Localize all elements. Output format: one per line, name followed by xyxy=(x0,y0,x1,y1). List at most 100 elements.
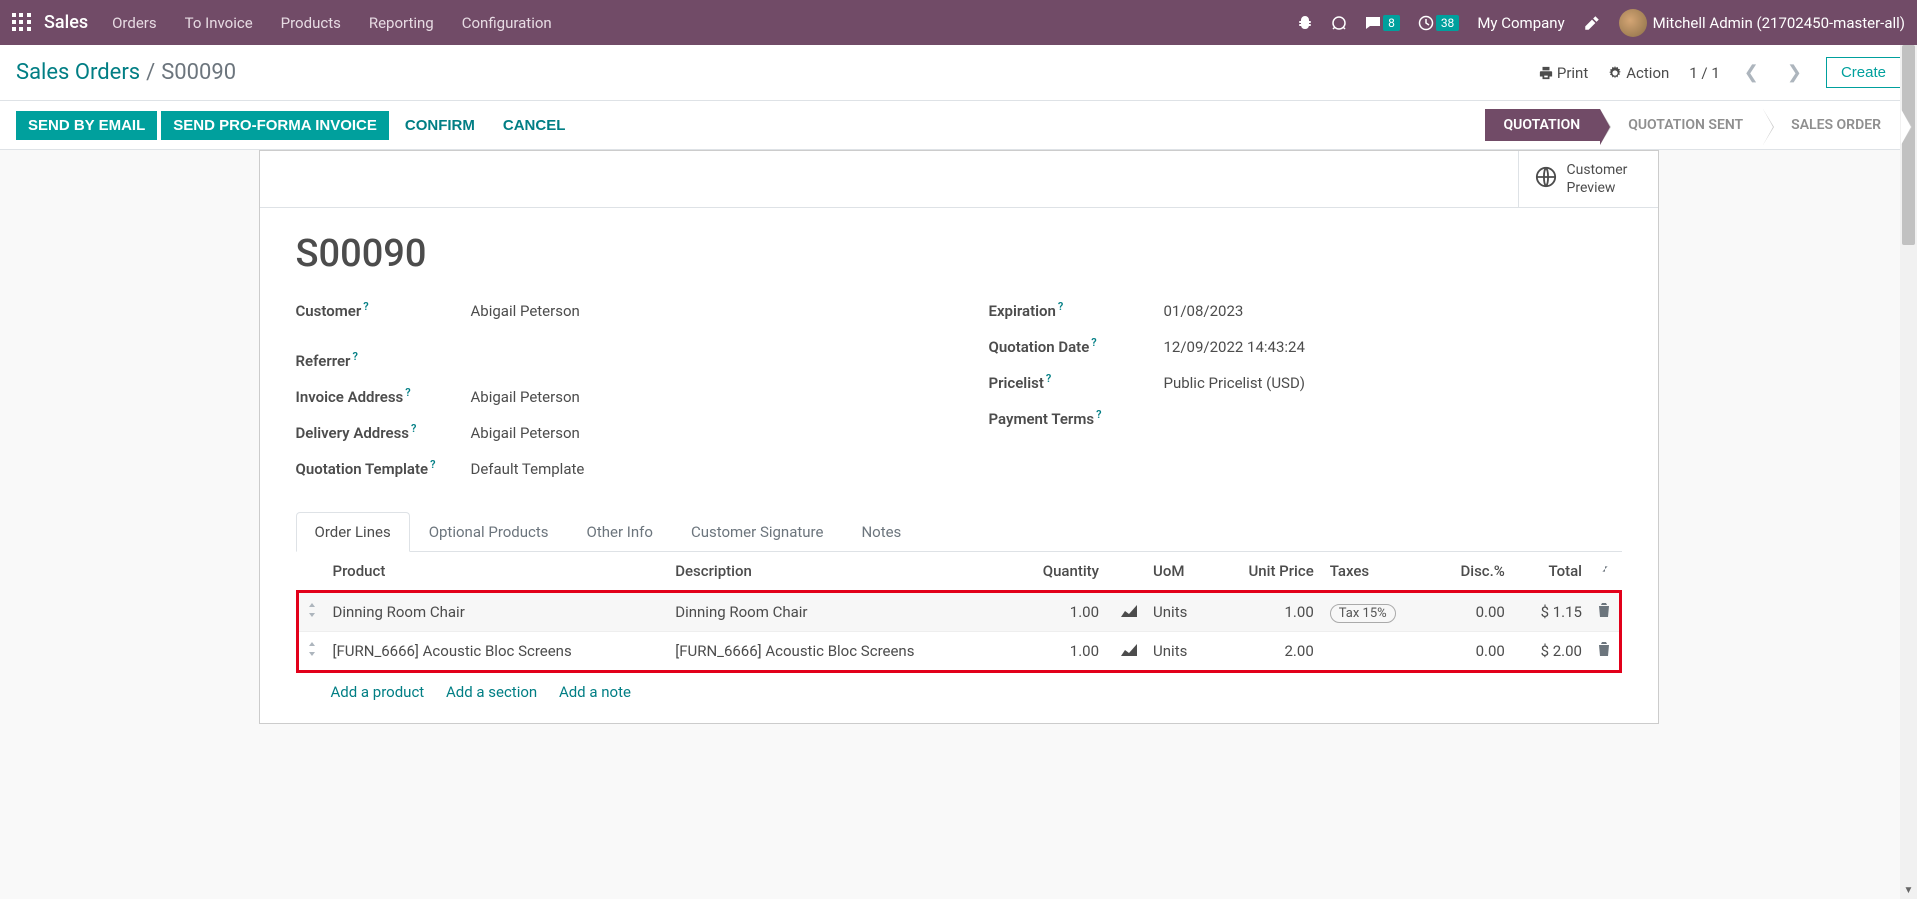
forecast-icon[interactable] xyxy=(1107,632,1145,672)
value-customer[interactable]: Abigail Peterson xyxy=(471,302,580,320)
app-brand[interactable]: Sales xyxy=(44,12,88,33)
nav-to-invoice[interactable]: To Invoice xyxy=(185,14,253,32)
label-customer: Customer? xyxy=(296,300,471,320)
cell-uom[interactable]: Units xyxy=(1145,592,1213,632)
th-unit-price: Unit Price xyxy=(1213,552,1322,592)
th-total: Total xyxy=(1513,552,1590,592)
messages-icon[interactable]: 8 xyxy=(1365,15,1400,31)
status-bar: SEND BY EMAIL SEND PRO-FORMA INVOICE CON… xyxy=(0,101,1917,150)
help-icon[interactable]: ? xyxy=(1058,300,1063,313)
create-button[interactable]: Create xyxy=(1826,57,1901,88)
activities-icon[interactable]: 38 xyxy=(1418,15,1460,31)
action-label: Action xyxy=(1626,64,1669,82)
send-email-button[interactable]: SEND BY EMAIL xyxy=(16,111,157,140)
value-pricelist[interactable]: Public Pricelist (USD) xyxy=(1164,374,1306,392)
customer-preview-l2: Preview xyxy=(1567,179,1628,197)
add-product-link[interactable]: Add a product xyxy=(331,683,425,701)
help-icon[interactable]: ? xyxy=(1096,408,1101,421)
nav-reporting[interactable]: Reporting xyxy=(369,14,434,32)
apps-icon[interactable] xyxy=(12,13,32,33)
drag-handle-icon[interactable] xyxy=(297,592,325,632)
scroll-thumb[interactable] xyxy=(1902,45,1915,245)
th-uom: UoM xyxy=(1145,552,1213,592)
forecast-icon[interactable] xyxy=(1107,592,1145,632)
help-icon[interactable]: ? xyxy=(1046,372,1051,385)
tools-icon[interactable] xyxy=(1583,14,1601,32)
tab-notes[interactable]: Notes xyxy=(842,512,920,552)
send-proforma-button[interactable]: SEND PRO-FORMA INVOICE xyxy=(161,111,389,140)
cell-quantity[interactable]: 1.00 xyxy=(1010,632,1107,672)
add-section-link[interactable]: Add a section xyxy=(446,683,537,701)
th-quantity: Quantity xyxy=(1010,552,1107,592)
cell-product[interactable]: Dinning Room Chair xyxy=(325,592,668,632)
stage-quotation[interactable]: QUOTATION xyxy=(1485,109,1600,141)
scrollbar[interactable]: ▲ ▼ xyxy=(1900,45,1917,899)
value-quotation-date[interactable]: 12/09/2022 14:43:24 xyxy=(1164,338,1305,356)
nav-products[interactable]: Products xyxy=(281,14,341,32)
scroll-down-icon[interactable]: ▼ xyxy=(1900,882,1917,899)
cell-taxes[interactable]: Tax 15% xyxy=(1322,592,1432,632)
messages-badge: 8 xyxy=(1383,15,1400,31)
help-icon[interactable]: ? xyxy=(1091,336,1096,349)
delete-row-button[interactable] xyxy=(1590,592,1620,632)
table-row[interactable]: Dinning Room Chair Dinning Room Chair 1.… xyxy=(297,592,1620,632)
cell-unit-price[interactable]: 1.00 xyxy=(1213,592,1322,632)
tab-other-info[interactable]: Other Info xyxy=(568,512,672,552)
help-icon[interactable]: ? xyxy=(405,386,410,399)
tab-customer-signature[interactable]: Customer Signature xyxy=(672,512,843,552)
print-button[interactable]: Print xyxy=(1539,64,1588,82)
breadcrumb-root[interactable]: Sales Orders xyxy=(16,60,140,85)
customer-preview-button[interactable]: Customer Preview xyxy=(1518,151,1658,207)
company-switch[interactable]: My Company xyxy=(1477,14,1564,32)
value-invoice-address[interactable]: Abigail Peterson xyxy=(471,388,580,406)
cell-description[interactable]: [FURN_6666] Acoustic Bloc Screens xyxy=(667,632,1010,672)
help-icon[interactable]: ? xyxy=(411,422,416,435)
status-stages: QUOTATION QUOTATION SENT SALES ORDER xyxy=(1485,109,1901,141)
add-note-link[interactable]: Add a note xyxy=(559,683,631,701)
cell-uom[interactable]: Units xyxy=(1145,632,1213,672)
th-taxes: Taxes xyxy=(1322,552,1432,592)
avatar xyxy=(1619,9,1647,37)
nav-orders[interactable]: Orders xyxy=(112,14,157,32)
cancel-button[interactable]: CANCEL xyxy=(491,111,578,140)
cell-taxes[interactable] xyxy=(1322,632,1432,672)
confirm-button[interactable]: CONFIRM xyxy=(393,111,487,140)
th-options[interactable] xyxy=(1590,552,1620,592)
pager-next[interactable]: ❯ xyxy=(1783,62,1806,83)
help-icon[interactable]: ? xyxy=(430,458,435,471)
table-row[interactable]: [FURN_6666] Acoustic Bloc Screens [FURN_… xyxy=(297,632,1620,672)
cell-disc[interactable]: 0.00 xyxy=(1432,592,1513,632)
user-menu[interactable]: Mitchell Admin (21702450-master-all) xyxy=(1619,9,1905,37)
value-expiration[interactable]: 01/08/2023 xyxy=(1164,302,1244,320)
drag-handle-icon[interactable] xyxy=(297,632,325,672)
form-sheet: Customer Preview S00090 Customer? Abigai… xyxy=(259,150,1659,724)
stage-quotation-sent[interactable]: QUOTATION SENT xyxy=(1600,109,1763,141)
cell-description[interactable]: Dinning Room Chair xyxy=(667,592,1010,632)
cell-disc[interactable]: 0.00 xyxy=(1432,632,1513,672)
cell-quantity[interactable]: 1.00 xyxy=(1010,592,1107,632)
pager-prev[interactable]: ❮ xyxy=(1740,62,1763,83)
globe-icon xyxy=(1535,166,1557,193)
action-button[interactable]: Action xyxy=(1608,64,1669,82)
tab-order-lines[interactable]: Order Lines xyxy=(296,512,410,552)
help-icon[interactable]: ? xyxy=(352,350,357,363)
support-icon[interactable] xyxy=(1331,15,1347,31)
help-icon[interactable]: ? xyxy=(363,300,368,313)
breadcrumb: Sales Orders / S00090 xyxy=(16,60,236,85)
value-delivery-address[interactable]: Abigail Peterson xyxy=(471,424,580,442)
stage-sales-order[interactable]: SALES ORDER xyxy=(1763,109,1901,141)
gear-icon xyxy=(1608,66,1622,80)
delete-row-button[interactable] xyxy=(1590,632,1620,672)
breadcrumb-sep: / xyxy=(146,60,155,85)
order-lines-table: Product Description Quantity UoM Unit Pr… xyxy=(296,552,1622,673)
cell-product[interactable]: [FURN_6666] Acoustic Bloc Screens xyxy=(325,632,668,672)
cell-unit-price[interactable]: 2.00 xyxy=(1213,632,1322,672)
nav-configuration[interactable]: Configuration xyxy=(462,14,552,32)
debug-icon[interactable] xyxy=(1297,15,1313,31)
pager: 1 / 1 xyxy=(1689,64,1720,82)
tab-optional-products[interactable]: Optional Products xyxy=(410,512,568,552)
customer-preview-l1: Customer xyxy=(1567,161,1628,179)
print-label: Print xyxy=(1557,64,1588,82)
user-name: Mitchell Admin (21702450-master-all) xyxy=(1653,14,1905,32)
value-quotation-template[interactable]: Default Template xyxy=(471,460,585,478)
